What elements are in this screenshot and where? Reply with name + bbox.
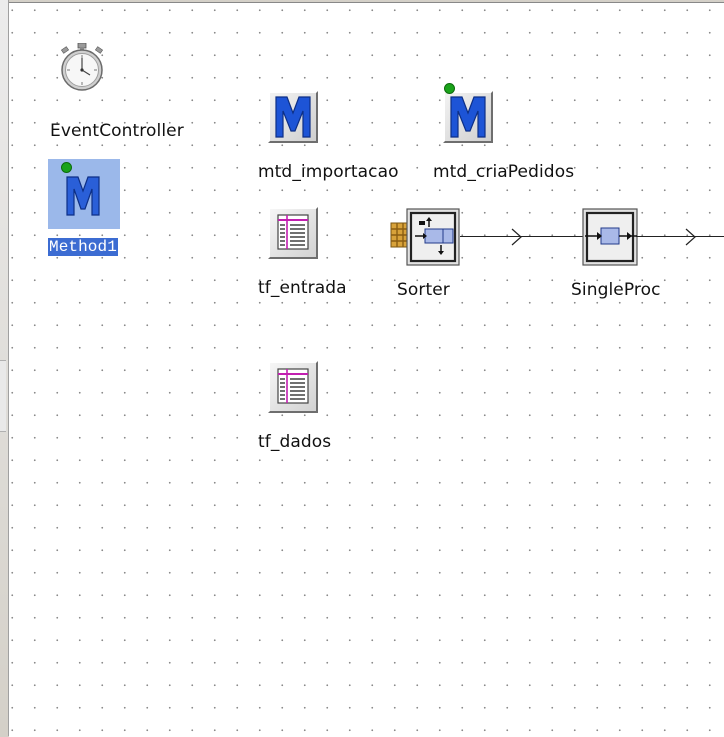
method-icon	[443, 91, 493, 143]
mtd-criapedidos-label: mtd_criaPedidos	[433, 162, 575, 182]
event-controller-label: EventController	[50, 121, 184, 141]
mtd-criapedidos-object[interactable]: mtd_criaPedidos	[432, 83, 582, 187]
method1-object[interactable]: Method1	[47, 157, 137, 267]
connector-singleproc-out[interactable]	[636, 236, 724, 237]
table-file-icon	[268, 361, 318, 413]
singleproc-object[interactable]: SingleProc	[569, 205, 679, 305]
stopwatch-icon	[54, 42, 110, 95]
table-file-icon	[268, 207, 318, 259]
method1-label: Method1	[48, 238, 118, 256]
active-indicator-icon	[444, 83, 455, 94]
sorter-label: Sorter	[397, 280, 450, 300]
sorter-object[interactable]: Sorter	[389, 205, 469, 305]
tf-dados-label: tf_dados	[258, 432, 332, 452]
mtd-importacao-object[interactable]: mtd_importacao	[257, 89, 407, 189]
tf-entrada-object[interactable]: tf_entrada	[257, 205, 367, 305]
connector-arrow-icon	[510, 228, 524, 250]
method-icon	[268, 91, 318, 143]
active-indicator-icon	[61, 162, 72, 173]
method-icon	[48, 159, 120, 229]
window-frame: EventController Method1 mtd_importacao m…	[0, 0, 724, 737]
singleproc-icon	[581, 207, 641, 271]
panel-splitter[interactable]	[0, 360, 6, 432]
singleproc-label: SingleProc	[571, 280, 661, 300]
tf-entrada-label: tf_entrada	[258, 278, 347, 298]
mtd-importacao-label: mtd_importacao	[258, 162, 399, 182]
left-panel-edge[interactable]	[0, 0, 9, 736]
model-canvas[interactable]: EventController Method1 mtd_importacao m…	[9, 2, 724, 737]
event-controller-object[interactable]: EventController	[49, 42, 189, 143]
sorter-icon	[389, 207, 463, 271]
connector-arrow-icon	[684, 228, 698, 250]
tf-dados-object[interactable]: tf_dados	[257, 359, 367, 459]
